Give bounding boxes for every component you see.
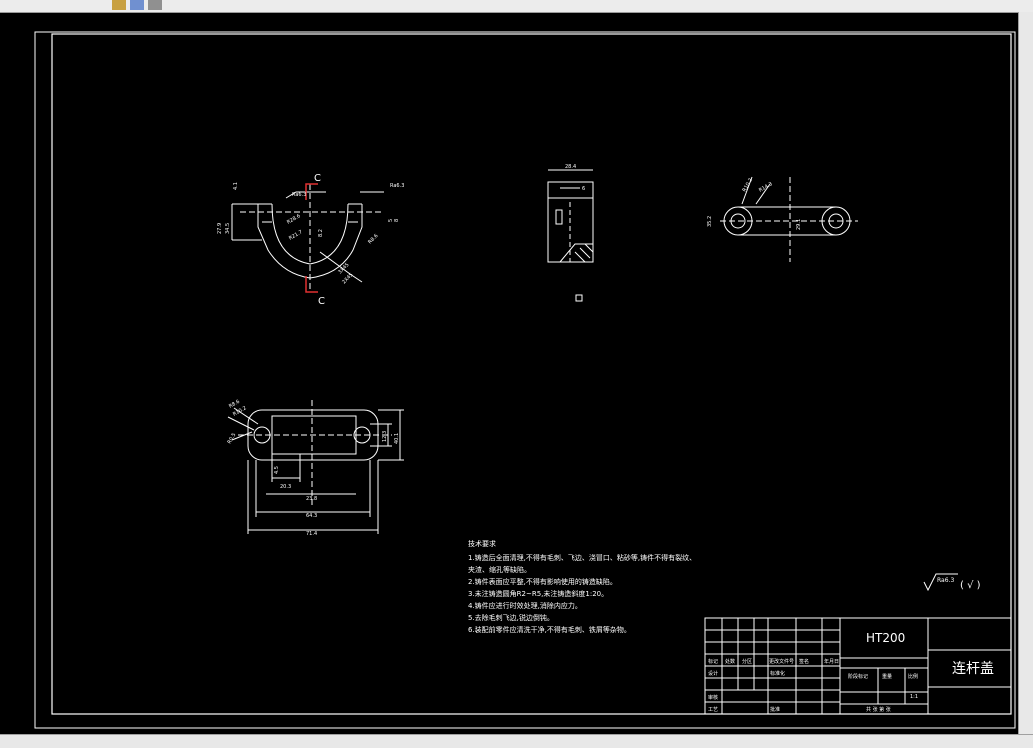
tb-label-1: 标记 [708, 658, 718, 665]
tech-req-line-1: 1.铸造后全面清理,不得有毛刺、飞边、浇冒口、粘砂等,铸件不得有裂纹、 [468, 553, 696, 562]
dim-b-8: 40.1 [394, 433, 400, 444]
toolbar-icon-2[interactable] [130, 0, 144, 10]
roughness-symbol: Ra6.3 ( √ ) [923, 573, 981, 592]
tb-label-13: 比例 [908, 673, 918, 680]
dim-b-4: 4.5 [274, 466, 280, 474]
tb-label-10: 工艺 [708, 707, 718, 713]
roughness-rest: ( √ ) [960, 580, 981, 591]
tech-requirements: 技术要求 1.铸造后全面清理,不得有毛刺、飞边、浇冒口、粘砂等,铸件不得有裂纹、… [468, 539, 696, 634]
toolbar-icon-1[interactable] [112, 0, 126, 10]
vertical-scrollbar[interactable] [1018, 12, 1033, 734]
dim-b-7: 23.8 [306, 496, 317, 502]
dim-main-1: 4.1 [233, 182, 239, 190]
dim-main-6: 8.2 [318, 229, 324, 237]
tb-label-11: 阶段标记 [848, 673, 868, 680]
tech-req-line-3: 2.铸件表面应平整,不得有影响使用的铸造缺陷。 [468, 577, 617, 586]
cad-drawing-canvas[interactable]: C C 4.1 27.9 34.5 R28.6 R21.7 8.2 R8.6 R… [0, 12, 1018, 734]
tb-label-14: 批准 [770, 706, 780, 713]
tb-label-4: 更改文件号 [769, 658, 794, 665]
dim-main-5: R21.7 [288, 229, 304, 242]
section-label-bottom: C [318, 296, 325, 307]
dim-main-8: Ra6.3 [292, 192, 306, 198]
dim-main-9: Ra6.3 [390, 183, 404, 189]
horizontal-scrollbar[interactable] [0, 734, 1033, 748]
roughness-label: Ra6.3 [937, 577, 954, 584]
tb-label-6: 年月日 [824, 658, 839, 665]
tb-label-7: 设计 [708, 670, 718, 677]
dim-tr-3: 35.2 [707, 216, 713, 227]
dim-tr-1: R10.2 [742, 177, 755, 193]
side-view [547, 169, 594, 302]
tech-req-line-2: 夹渣、缩孔等缺陷。 [468, 565, 531, 574]
dim-main-13: 8 [394, 219, 400, 222]
toolbar-icon-3[interactable] [148, 0, 162, 10]
tb-label-9: 审核 [708, 694, 718, 701]
sheet-outer-border [34, 31, 1016, 729]
dim-b-6: 12.3 [382, 431, 388, 442]
dim-b-5: 20.3 [280, 484, 291, 490]
material-text: HT200 [866, 631, 905, 645]
drawing-svg: C C 4.1 27.9 34.5 R28.6 R21.7 8.2 R8.6 R… [34, 31, 1016, 729]
tech-req-title: 技术要求 [468, 539, 496, 548]
tb-sheet: 共 张 第 张 [866, 706, 891, 713]
part-name-text: 连杆盖 [952, 661, 994, 677]
dim-side-2: 6 [582, 186, 585, 192]
dim-tr-4: 29.1 [796, 219, 802, 230]
tb-label-3: 分区 [742, 658, 752, 665]
main-view [231, 184, 384, 292]
tb-label-8: 标准化 [770, 670, 785, 677]
dim-main-4: R28.6 [286, 213, 302, 226]
tb-label-5: 签名 [799, 658, 809, 665]
dim-side-1: 28.4 [565, 164, 576, 170]
dim-b-9: 64.3 [306, 513, 317, 519]
section-label-top: C [314, 173, 321, 184]
dim-main-3: 34.5 [225, 223, 231, 234]
tech-req-line-4: 3.未注铸造圆角R2~R5,未注铸造斜度1:20。 [468, 589, 608, 598]
dim-main-11: 2X45 [341, 272, 354, 285]
dim-main-2: 27.9 [217, 223, 223, 234]
tb-label-2: 处数 [725, 658, 735, 665]
tb-scale: 1:1 [910, 694, 918, 700]
dim-main-7: R8.6 [367, 233, 379, 245]
tech-req-line-5: 4.铸件应进行时效处理,消除内应力。 [468, 601, 582, 610]
tb-label-12: 重量 [882, 673, 892, 680]
sheet-inner-border [51, 33, 1012, 715]
dim-tr-2: R14.3 [758, 181, 774, 194]
dim-b-10: 71.4 [306, 531, 317, 537]
tech-req-line-7: 6.装配前零件应清洗干净,不得有毛刺、铁屑等杂物。 [468, 625, 631, 634]
section-marks [305, 183, 318, 293]
tech-req-line-6: 5.去除毛刺飞边,锐边倒钝。 [468, 613, 554, 622]
